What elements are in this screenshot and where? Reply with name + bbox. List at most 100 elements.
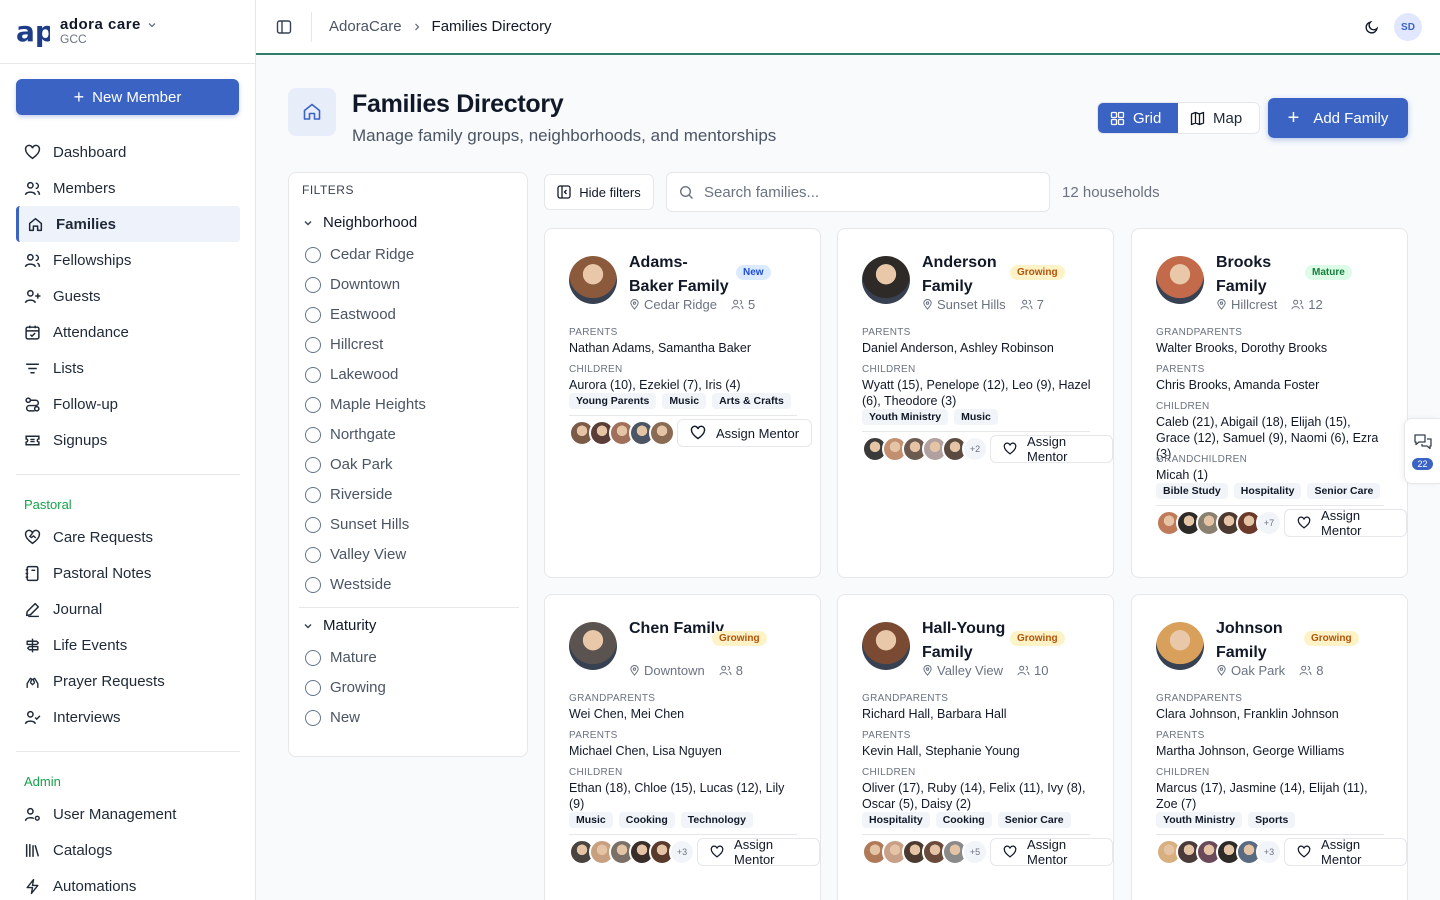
assign-mentor-button[interactable]: Assign Mentor bbox=[1284, 837, 1407, 867]
family-card[interactable]: Johnson Family Growing Oak Park 8 GRANDPAREN… bbox=[1131, 594, 1408, 900]
assign-mentor-button[interactable]: Assign Mentor bbox=[1284, 508, 1407, 538]
neighborhood-filter-toggle[interactable]: Neighborhood bbox=[303, 214, 417, 231]
radio-button[interactable] bbox=[305, 576, 321, 593]
sidebar-item-guests[interactable]: Guests bbox=[0, 278, 256, 314]
grid-view-button[interactable]: Grid bbox=[1098, 103, 1178, 133]
family-card[interactable]: Anderson Family Growing Sunset Hills 7 PAREN… bbox=[837, 228, 1114, 578]
more-members-count[interactable]: +7 bbox=[1256, 510, 1282, 536]
filter-option-growing[interactable]: Growing bbox=[305, 679, 386, 696]
assign-mentor-button[interactable]: Assign Mentor bbox=[697, 837, 820, 867]
sidebar-item-interviews[interactable]: Interviews bbox=[0, 699, 256, 735]
sidebar-item-fellowships[interactable]: Fellowships bbox=[0, 242, 256, 278]
user-avatar[interactable]: SD bbox=[1394, 13, 1422, 41]
route-icon bbox=[25, 396, 40, 412]
filter-option-label: Downtown bbox=[330, 276, 401, 293]
family-photo bbox=[569, 622, 617, 670]
more-members-count[interactable]: +3 bbox=[1256, 839, 1282, 865]
sidebar-item-care-requests[interactable]: Care Requests bbox=[0, 519, 256, 555]
radio-button[interactable] bbox=[305, 679, 321, 696]
radio-button[interactable] bbox=[305, 456, 321, 473]
radio-button[interactable] bbox=[305, 366, 321, 383]
moon-icon[interactable] bbox=[1364, 19, 1380, 35]
sidebar-item-signups[interactable]: Signups bbox=[0, 422, 256, 458]
family-name[interactable]: Brooks Family bbox=[1216, 251, 1316, 299]
radio-button[interactable] bbox=[305, 336, 321, 353]
filter-option-label: Lakewood bbox=[330, 366, 399, 383]
family-card[interactable]: Chen Family Growing Downtown 8 GRANDPARENTS W… bbox=[544, 594, 821, 900]
radio-button[interactable] bbox=[305, 426, 321, 443]
sidebar-item-pastoral-notes[interactable]: Pastoral Notes bbox=[0, 555, 256, 591]
family-name[interactable]: Adams-Baker Family bbox=[629, 251, 729, 299]
family-photo bbox=[862, 622, 910, 670]
filter-option-northgate[interactable]: Northgate bbox=[305, 426, 396, 443]
family-name[interactable]: Johnson Family bbox=[1216, 617, 1316, 665]
section-value: Richard Hall, Barbara Hall bbox=[862, 707, 1007, 721]
hide-filters-button[interactable]: Hide filters bbox=[544, 174, 654, 210]
radio-button[interactable] bbox=[305, 486, 321, 503]
radio-button[interactable] bbox=[305, 306, 321, 323]
filter-option-lakewood[interactable]: Lakewood bbox=[305, 366, 398, 383]
family-card[interactable]: Hall-Young Family Growing Valley View 10 GRA… bbox=[837, 594, 1114, 900]
more-members-count[interactable]: +3 bbox=[669, 839, 695, 865]
sidebar-item-families[interactable]: Families bbox=[16, 206, 240, 242]
family-card[interactable]: Adams-Baker Family New Cedar Ridge 5 PARENTS… bbox=[544, 228, 821, 578]
member-avatars: +2 bbox=[862, 436, 988, 462]
assign-mentor-button[interactable]: Assign Mentor bbox=[990, 837, 1113, 867]
filter-option-mature[interactable]: Mature bbox=[305, 649, 377, 666]
sidebar-item-lists[interactable]: Lists bbox=[0, 350, 256, 386]
new-member-button[interactable]: + New Member bbox=[16, 79, 239, 115]
filter-option-eastwood[interactable]: Eastwood bbox=[305, 306, 396, 323]
radio-button[interactable] bbox=[305, 396, 321, 413]
sidebar-toggle-button[interactable] bbox=[256, 11, 312, 42]
filter-option-oak-park[interactable]: Oak Park bbox=[305, 456, 393, 473]
sidebar-item-attendance[interactable]: Attendance bbox=[0, 314, 256, 350]
sidebar-item-members[interactable]: Members bbox=[0, 170, 256, 206]
chat-tab[interactable]: 22 bbox=[1404, 418, 1440, 484]
assign-mentor-button[interactable]: Assign Mentor bbox=[990, 434, 1113, 464]
filter-option-sunset-hills[interactable]: Sunset Hills bbox=[305, 516, 409, 533]
radio-button[interactable] bbox=[305, 276, 321, 293]
filter-option-downtown[interactable]: Downtown bbox=[305, 276, 400, 293]
section-label: GRANDPARENTS bbox=[1156, 327, 1243, 338]
interest-tag: Youth Ministry bbox=[1156, 812, 1243, 828]
sidebar-item-catalogs[interactable]: Catalogs bbox=[0, 832, 256, 868]
family-card[interactable]: Brooks Family Mature Hillcrest 12 GRANDPAREN… bbox=[1131, 228, 1408, 578]
maturity-filter-toggle[interactable]: Maturity bbox=[303, 617, 376, 634]
brand[interactable]: ap adora care GCC bbox=[0, 0, 255, 64]
heart-handshake-icon bbox=[24, 529, 41, 544]
plus-icon: + bbox=[73, 87, 85, 107]
filter-option-valley-view[interactable]: Valley View bbox=[305, 546, 406, 563]
radio-button[interactable] bbox=[305, 649, 321, 666]
sidebar-item-prayer-requests[interactable]: Prayer Requests bbox=[0, 663, 256, 699]
radio-button[interactable] bbox=[305, 516, 321, 533]
filter-option-maple-heights[interactable]: Maple Heights bbox=[305, 396, 426, 413]
breadcrumb-root-link[interactable]: AdoraCare bbox=[329, 18, 402, 35]
sidebar-item-dashboard[interactable]: Dashboard bbox=[0, 134, 256, 170]
sidebar-item-label: Journal bbox=[53, 600, 103, 618]
sidebar-item-follow-up[interactable]: Follow-up bbox=[0, 386, 256, 422]
family-name[interactable]: Hall-Young Family bbox=[922, 617, 1022, 665]
more-members-count[interactable]: +5 bbox=[962, 839, 988, 865]
filter-option-new[interactable]: New bbox=[305, 709, 360, 726]
filter-option-westside[interactable]: Westside bbox=[305, 576, 391, 593]
section-label: GRANDPARENTS bbox=[1156, 693, 1243, 704]
filter-option-label: Eastwood bbox=[330, 306, 396, 323]
sidebar-item-life-events[interactable]: Life Events bbox=[0, 627, 256, 663]
filter-option-riverside[interactable]: Riverside bbox=[305, 486, 393, 503]
member-avatar[interactable] bbox=[649, 420, 675, 446]
sidebar-item-journal[interactable]: Journal bbox=[0, 591, 256, 627]
filter-option-hillcrest[interactable]: Hillcrest bbox=[305, 336, 383, 353]
sidebar-item-user-management[interactable]: User Management bbox=[0, 796, 256, 832]
filter-option-cedar-ridge[interactable]: Cedar Ridge bbox=[305, 246, 414, 263]
map-view-button[interactable]: Map bbox=[1178, 103, 1254, 133]
radio-button[interactable] bbox=[305, 546, 321, 563]
add-family-button[interactable]: + Add Family bbox=[1268, 98, 1408, 138]
sidebar-item-automations[interactable]: Automations bbox=[0, 868, 256, 900]
more-members-count[interactable]: +2 bbox=[962, 436, 988, 462]
search-input[interactable] bbox=[704, 183, 1024, 201]
radio-button[interactable] bbox=[305, 709, 321, 726]
assign-mentor-button[interactable]: Assign Mentor bbox=[677, 419, 813, 447]
radio-button[interactable] bbox=[305, 246, 321, 263]
heart-icon bbox=[1297, 516, 1311, 529]
family-name[interactable]: Anderson Family bbox=[922, 251, 1022, 299]
